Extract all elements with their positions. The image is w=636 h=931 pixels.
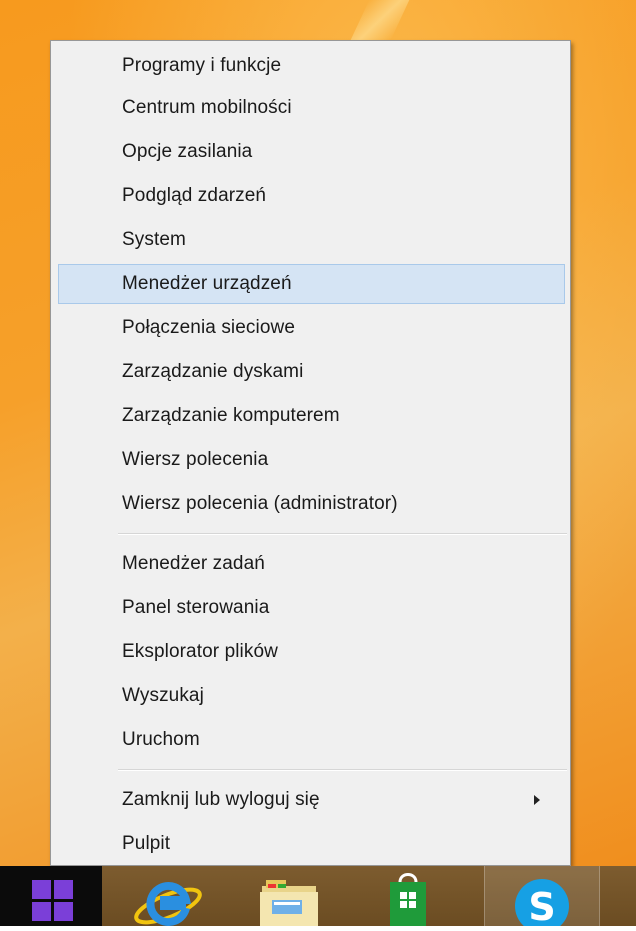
file-explorer-icon — [260, 880, 318, 926]
menu-item-label: System — [122, 229, 186, 250]
menu-item-programs-and-features[interactable]: Programy i funkcje — [58, 49, 565, 81]
taskbar-skype[interactable]: S — [484, 866, 600, 931]
menu-item-event-viewer[interactable]: Podgląd zdarzeń — [58, 179, 565, 211]
menu-item-label: Opcje zasilania — [122, 141, 253, 162]
menu-item-label: Menedżer zadań — [122, 553, 265, 574]
menu-separator — [118, 769, 567, 771]
taskbar: S — [0, 866, 636, 931]
menu-item-desktop[interactable]: Pulpit — [58, 827, 565, 859]
menu-item-system[interactable]: System — [58, 223, 565, 255]
menu-item-label: Eksplorator plików — [122, 641, 278, 662]
start-button[interactable] — [0, 866, 102, 926]
menu-item-label: Uruchom — [122, 729, 200, 750]
taskbar-file-explorer[interactable] — [238, 866, 338, 926]
winx-context-menu: Programy i funkcje Centrum mobilności Op… — [50, 40, 571, 866]
menu-item-label: Menedżer urządzeń — [122, 273, 292, 294]
start-windows-icon — [32, 880, 74, 922]
taskbar-internet-explorer[interactable] — [118, 866, 218, 926]
menu-separator — [118, 533, 567, 535]
menu-item-shutdown-or-signout[interactable]: Zamknij lub wyloguj się — [58, 783, 565, 815]
menu-item-label: Pulpit — [122, 833, 171, 854]
taskbar-windows-store[interactable] — [358, 866, 458, 926]
menu-item-command-prompt[interactable]: Wiersz polecenia — [58, 443, 565, 475]
menu-item-label: Panel sterowania — [122, 597, 270, 618]
menu-item-run[interactable]: Uruchom — [58, 723, 565, 755]
menu-item-mobility-center[interactable]: Centrum mobilności — [58, 91, 565, 123]
menu-item-network-connections[interactable]: Połączenia sieciowe — [58, 311, 565, 343]
menu-item-control-panel[interactable]: Panel sterowania — [58, 591, 565, 623]
svg-text:S: S — [528, 885, 555, 926]
menu-item-search[interactable]: Wyszukaj — [58, 679, 565, 711]
menu-item-label: Wiersz polecenia (administrator) — [122, 493, 398, 514]
menu-item-label: Zarządzanie dyskami — [122, 361, 304, 382]
menu-item-power-options[interactable]: Opcje zasilania — [58, 135, 565, 167]
menu-item-label: Zarządzanie komputerem — [122, 405, 340, 426]
menu-item-label: Podgląd zdarzeń — [122, 185, 267, 206]
desktop-light-streak — [350, 0, 410, 40]
menu-item-label: Wiersz polecenia — [122, 449, 269, 470]
menu-item-disk-management[interactable]: Zarządzanie dyskami — [58, 355, 565, 387]
menu-item-label: Centrum mobilności — [122, 97, 292, 118]
menu-item-label: Zamknij lub wyloguj się — [122, 789, 320, 810]
submenu-arrow-icon — [534, 795, 540, 805]
menu-item-file-explorer[interactable]: Eksplorator plików — [58, 635, 565, 667]
menu-item-device-manager[interactable]: Menedżer urządzeń — [58, 264, 565, 304]
menu-item-task-manager[interactable]: Menedżer zadań — [58, 547, 565, 579]
menu-item-label: Programy i funkcje — [122, 55, 282, 76]
internet-explorer-icon — [134, 882, 202, 926]
menu-item-computer-management[interactable]: Zarządzanie komputerem — [58, 399, 565, 431]
menu-item-command-prompt-admin[interactable]: Wiersz polecenia (administrator) — [58, 487, 565, 519]
windows-store-icon — [390, 873, 426, 926]
menu-item-label: Wyszukaj — [122, 685, 204, 706]
skype-icon: S — [515, 879, 569, 931]
menu-item-label: Połączenia sieciowe — [122, 317, 295, 338]
